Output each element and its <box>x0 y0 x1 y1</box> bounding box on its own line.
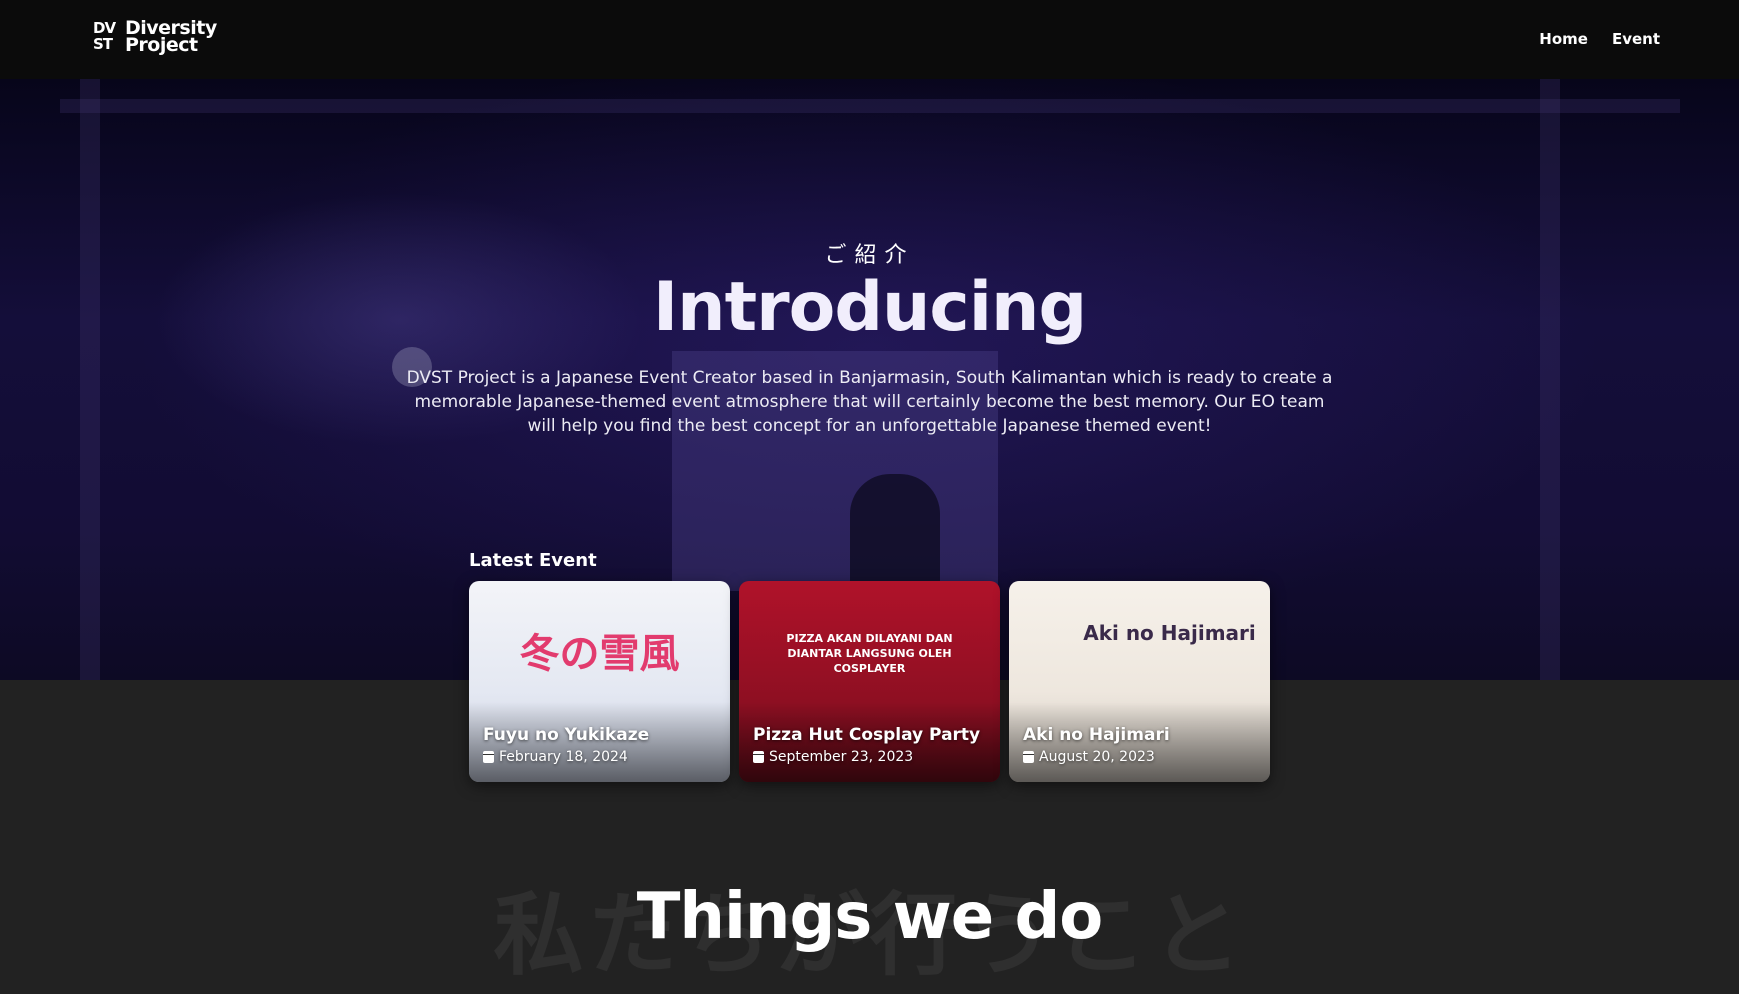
logo-text: Diversity Project <box>125 19 217 56</box>
stage-truss-right <box>1540 79 1560 680</box>
calendar-icon <box>1023 751 1034 763</box>
calendar-icon <box>753 751 764 763</box>
event-card[interactable]: PIZZA AKAN DILAYANI DAN DIANTAR LANGSUNG… <box>739 581 1000 782</box>
event-card-date: August 20, 2023 <box>1023 749 1155 765</box>
logo-mark-top: DV <box>93 19 116 37</box>
event-date-text: August 20, 2023 <box>1039 749 1155 765</box>
intro-title: Introducing <box>652 268 1087 347</box>
event-date-text: September 23, 2023 <box>769 749 914 765</box>
event-card[interactable]: Aki no Hajimari Aki no Hajimari August 2… <box>1009 581 1270 782</box>
poster-title: PIZZA AKAN DILAYANI DAN DIANTAR LANGSUNG… <box>786 632 953 675</box>
logo-mark-icon: DV ST <box>93 20 121 54</box>
nav-links: Home Event <box>1539 30 1660 48</box>
nav-link-event[interactable]: Event <box>1612 30 1660 48</box>
stage-truss-beam <box>60 99 1680 113</box>
latest-event-heading: Latest Event <box>469 550 597 571</box>
things-title: Things we do <box>636 880 1104 954</box>
logo[interactable]: DV ST Diversity Project <box>93 19 217 56</box>
intro-kana: ご紹介 <box>824 243 915 268</box>
intro-description: DVST Project is a Japanese Event Creator… <box>406 368 1333 436</box>
poster-title: Aki no Hajimari <box>1083 621 1256 645</box>
event-card-list: 冬の雪風 Fuyu no Yukikaze February 18, 2024 … <box>469 581 1270 782</box>
event-card[interactable]: 冬の雪風 Fuyu no Yukikaze February 18, 2024 <box>469 581 730 782</box>
logo-mark-bottom: ST <box>93 35 113 53</box>
calendar-icon <box>483 751 494 763</box>
event-date-text: February 18, 2024 <box>499 749 628 765</box>
event-card-title: Pizza Hut Cosplay Party <box>753 725 981 745</box>
event-card-title: Fuyu no Yukikaze <box>483 725 650 745</box>
event-card-date: September 23, 2023 <box>753 749 913 765</box>
nav-link-home[interactable]: Home <box>1539 30 1588 48</box>
event-card-date: February 18, 2024 <box>483 749 628 765</box>
poster-title: 冬の雪風 <box>519 631 680 677</box>
logo-text-line2: Project <box>125 34 198 56</box>
stage-truss-left <box>80 79 100 680</box>
navbar: DV ST Diversity Project Home Event <box>0 0 1739 79</box>
event-card-title: Aki no Hajimari <box>1023 725 1170 745</box>
